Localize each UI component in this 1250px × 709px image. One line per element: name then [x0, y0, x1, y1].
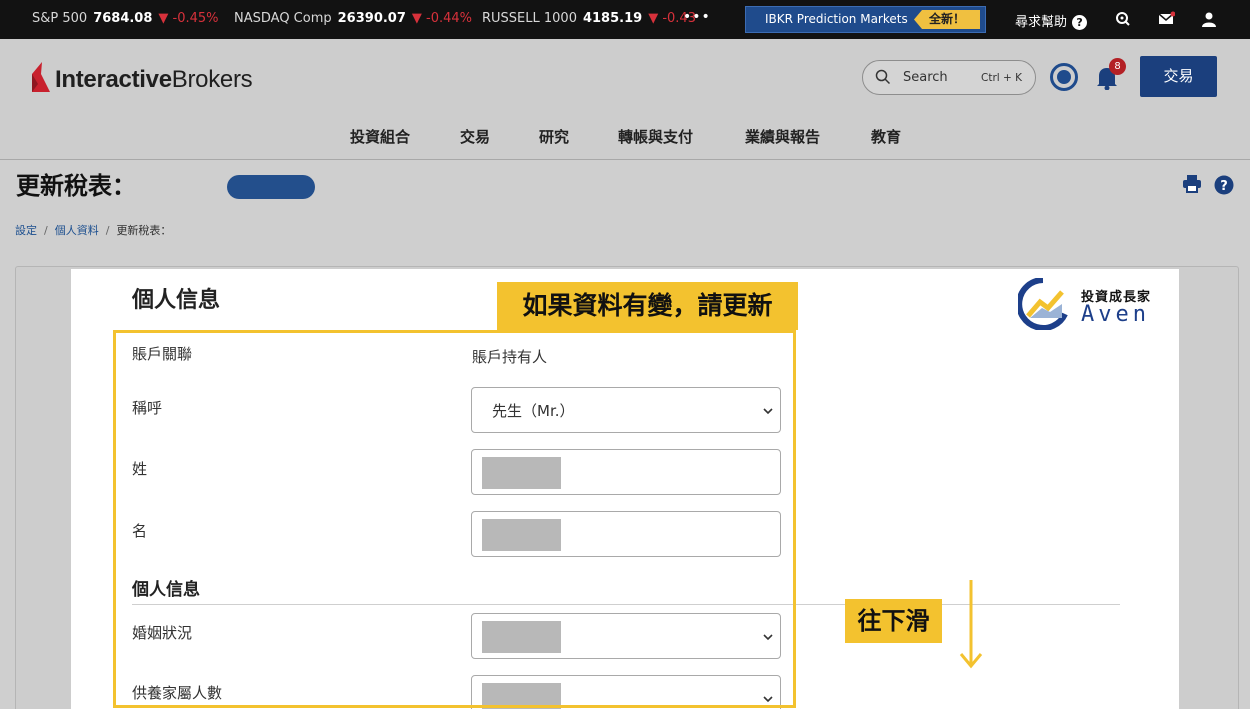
main-header: InteractiveBrokers Search Ctrl + K 8 交易 … — [0, 39, 1250, 160]
ticker-change: ▼ -0.45% — [158, 11, 219, 26]
ticker-item-sp500[interactable]: S&P 500 7684.08 ▼ -0.45% — [32, 11, 219, 26]
help-link[interactable]: 尋求幫助? — [1015, 11, 1088, 30]
prediction-markets-banner[interactable]: IBKR Prediction Markets 全新！ — [745, 6, 986, 33]
section-title: 個人信息 — [132, 288, 221, 313]
nav-education[interactable]: 教育 — [871, 126, 901, 147]
chat-search-icon[interactable] — [1115, 11, 1131, 31]
search-input[interactable]: Search Ctrl + K — [862, 60, 1036, 95]
breadcrumb-settings[interactable]: 設定 — [15, 224, 37, 237]
breadcrumb-profile[interactable]: 個人資料 — [55, 224, 99, 237]
breadcrumb-current: 更新稅表： — [116, 224, 172, 237]
ticker-value: 7684.08 — [93, 11, 153, 26]
nav-performance-reports[interactable]: 業績與報告 — [745, 126, 820, 147]
ticker-value: 4185.19 — [582, 11, 643, 26]
ib-logo-mark-icon — [32, 62, 50, 92]
search-shortcut: Ctrl + K — [981, 72, 1023, 84]
user-account-icon[interactable] — [1201, 11, 1217, 31]
nav-transfer-pay[interactable]: 轉帳與支付 — [618, 126, 693, 147]
new-badge: 全新！ — [914, 10, 980, 29]
search-icon — [875, 69, 891, 89]
nav-research[interactable]: 研究 — [539, 126, 569, 147]
page-title: 更新稅表： — [16, 172, 136, 200]
help-label: 尋求幫助 — [1015, 15, 1068, 30]
aven-watermark: 投資成長家 Aven — [1018, 278, 1170, 330]
help-circle-icon[interactable]: ? — [1214, 175, 1234, 199]
market-ticker-bar: S&P 500 7684.08 ▼ -0.45% NASDAQ Comp 26390.… — [0, 0, 1250, 39]
ticker-name: NASDAQ Comp — [234, 11, 332, 26]
aven-logo-icon — [1018, 278, 1068, 330]
nav-trade[interactable]: 交易 — [460, 126, 490, 147]
breadcrumb: 設定 / 個人資料 / 更新稅表： — [15, 222, 171, 238]
account-name-redacted — [227, 175, 315, 199]
status-circle-button[interactable] — [1050, 63, 1078, 91]
aven-brand-en: Aven — [1081, 302, 1150, 327]
trade-button[interactable]: 交易 — [1140, 56, 1217, 97]
scroll-down-callout: 往下滑 — [845, 599, 942, 643]
mail-icon[interactable] — [1158, 11, 1176, 31]
more-tickers-button[interactable]: ••• — [683, 9, 711, 25]
arrow-down-icon — [958, 580, 984, 674]
breadcrumb-separator: / — [44, 224, 48, 237]
breadcrumb-separator: / — [105, 224, 110, 237]
svg-text:?: ? — [1220, 179, 1228, 194]
print-icon[interactable] — [1182, 174, 1202, 198]
help-question-icon: ? — [1072, 15, 1088, 30]
nav-portfolio[interactable]: 投資組合 — [350, 126, 410, 147]
ticker-change: ▼ -0.44% — [411, 11, 473, 26]
ticker-name: S&P 500 — [32, 11, 88, 26]
notification-count-badge: 8 — [1109, 58, 1126, 75]
ticker-item-russell[interactable]: RUSSELL 1000 4185.19 ▼ -0.43 — [482, 11, 696, 26]
update-note-callout: 如果資料有變，請更新 — [497, 282, 798, 330]
highlight-box — [113, 330, 796, 708]
ticker-name: RUSSELL 1000 — [482, 11, 577, 26]
ticker-item-nasdaq[interactable]: NASDAQ Comp 26390.07 ▼ -0.44% — [234, 11, 472, 26]
ib-logo[interactable]: InteractiveBrokers — [30, 56, 270, 96]
ticker-value: 26390.07 — [337, 11, 406, 26]
ib-logo-text: InteractiveBrokers — [55, 66, 253, 93]
search-label: Search — [903, 70, 948, 85]
prediction-markets-label: IBKR Prediction Markets — [765, 12, 908, 26]
